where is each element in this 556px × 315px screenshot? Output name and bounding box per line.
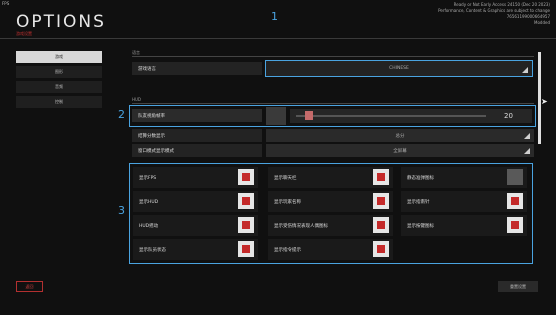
page-title: OPTIONS	[16, 12, 106, 32]
toggle-label: 静态准弹图标	[407, 176, 434, 181]
checkmark-icon	[242, 197, 250, 205]
checkmark-icon	[242, 245, 250, 253]
checkmark-icon	[242, 173, 250, 181]
checkmark-icon	[377, 221, 385, 229]
section-divider	[132, 56, 534, 57]
toggle-cell: 显示FPS	[133, 167, 258, 188]
toggle-checkbox[interactable]	[373, 169, 389, 185]
toggle-checkbox[interactable]	[238, 169, 254, 185]
checkmark-icon	[377, 197, 385, 205]
window-mode-value: 全屏幕	[393, 148, 407, 154]
toggle-checkbox[interactable]	[238, 193, 254, 209]
dropdown-arrow-icon	[524, 133, 530, 139]
header-divider	[0, 38, 556, 39]
checkmark-icon	[242, 221, 250, 229]
toggle-label: HUD摇动	[139, 224, 159, 229]
mouse-cursor-icon: ➤	[541, 97, 548, 106]
fov-label: 队友视角帧率	[132, 109, 262, 122]
annotation-number: 2	[118, 108, 125, 121]
checkmark-icon	[511, 197, 519, 205]
toggle-label: 显示HUD	[139, 200, 159, 205]
fps-counter: FPS	[2, 1, 10, 6]
toggle-checkbox[interactable]	[238, 217, 254, 233]
score-value: 总分	[395, 133, 405, 139]
toggle-cell: 显示聊天栏	[268, 167, 393, 188]
toggle-label: 显示FPS	[139, 176, 157, 181]
sidebar-item-controls[interactable]: 控制	[16, 96, 102, 108]
score-dropdown[interactable]: 总分	[266, 129, 534, 142]
toggle-cell: 显示指令提示	[268, 239, 393, 260]
fov-slider-track[interactable]	[296, 115, 486, 117]
toggle-label: 显示受伤情况表现人偶图标	[274, 224, 328, 229]
toggle-cell: 显示HUD	[133, 191, 258, 212]
toggle-label: 显示队员状态	[139, 248, 166, 253]
toggle-checkbox[interactable]	[507, 217, 523, 233]
language-label: 游戏语言	[132, 62, 262, 75]
toggle-checkbox[interactable]	[238, 241, 254, 257]
toggle-cell: 显示指南针	[401, 191, 527, 212]
build-line: Modded	[534, 20, 550, 25]
checkmark-icon	[377, 173, 385, 181]
annotation-number: 1	[271, 10, 278, 23]
score-label: 结算分数显示	[132, 129, 262, 142]
toggle-checkbox[interactable]	[507, 169, 523, 185]
section-divider	[132, 103, 534, 104]
toggle-cell: 显示玩家名称	[268, 191, 393, 212]
toggle-checkbox[interactable]	[507, 193, 523, 209]
checkmark-icon	[511, 221, 519, 229]
toggle-cell: 显示队员状态	[133, 239, 258, 260]
dropdown-arrow-icon	[522, 67, 528, 73]
checkmark-icon	[377, 245, 385, 253]
annotation-number: 3	[118, 204, 125, 217]
toggle-cell: 静态准弹图标	[401, 167, 527, 188]
toggle-cell: 显示受伤情况表现人偶图标	[268, 215, 393, 236]
page-subtitle: 游戏设置	[16, 31, 32, 36]
dropdown-arrow-icon	[524, 148, 530, 154]
toggle-checkbox[interactable]	[373, 241, 389, 257]
window-mode-label: 窗口模式显示模式	[132, 144, 262, 157]
toggle-label: 显示指南针	[407, 200, 430, 205]
reset-settings-button[interactable]: 重置设置	[498, 281, 538, 292]
toggle-cell: HUD摇动	[133, 215, 258, 236]
language-value: CHINESE	[389, 66, 409, 71]
sidebar-item-game[interactable]: 游戏	[16, 51, 102, 63]
window-mode-dropdown[interactable]: 全屏幕	[266, 144, 534, 157]
toggle-label: 显示聊天栏	[274, 176, 297, 181]
section-header-hud: HUD	[132, 97, 142, 102]
toggle-checkbox[interactable]	[373, 217, 389, 233]
toggle-cell: 显示按键图标	[401, 215, 527, 236]
back-button[interactable]: 返回	[16, 281, 43, 292]
sidebar-item-graphics[interactable]: 图形	[16, 66, 102, 78]
sidebar-item-audio[interactable]: 音频	[16, 81, 102, 93]
toggle-label: 显示玩家名称	[274, 200, 301, 205]
toggle-checkbox[interactable]	[373, 193, 389, 209]
toggle-label: 显示按键图标	[407, 224, 434, 229]
language-dropdown[interactable]: CHINESE	[265, 60, 533, 77]
build-info: Ready or Not Early Access 24150 (Dec 20 …	[438, 2, 550, 26]
fov-value: 20	[504, 112, 513, 120]
fov-slider-thumb[interactable]	[305, 111, 314, 120]
toggle-label: 显示指令提示	[274, 248, 301, 253]
fov-slider-handle-box	[266, 107, 286, 125]
